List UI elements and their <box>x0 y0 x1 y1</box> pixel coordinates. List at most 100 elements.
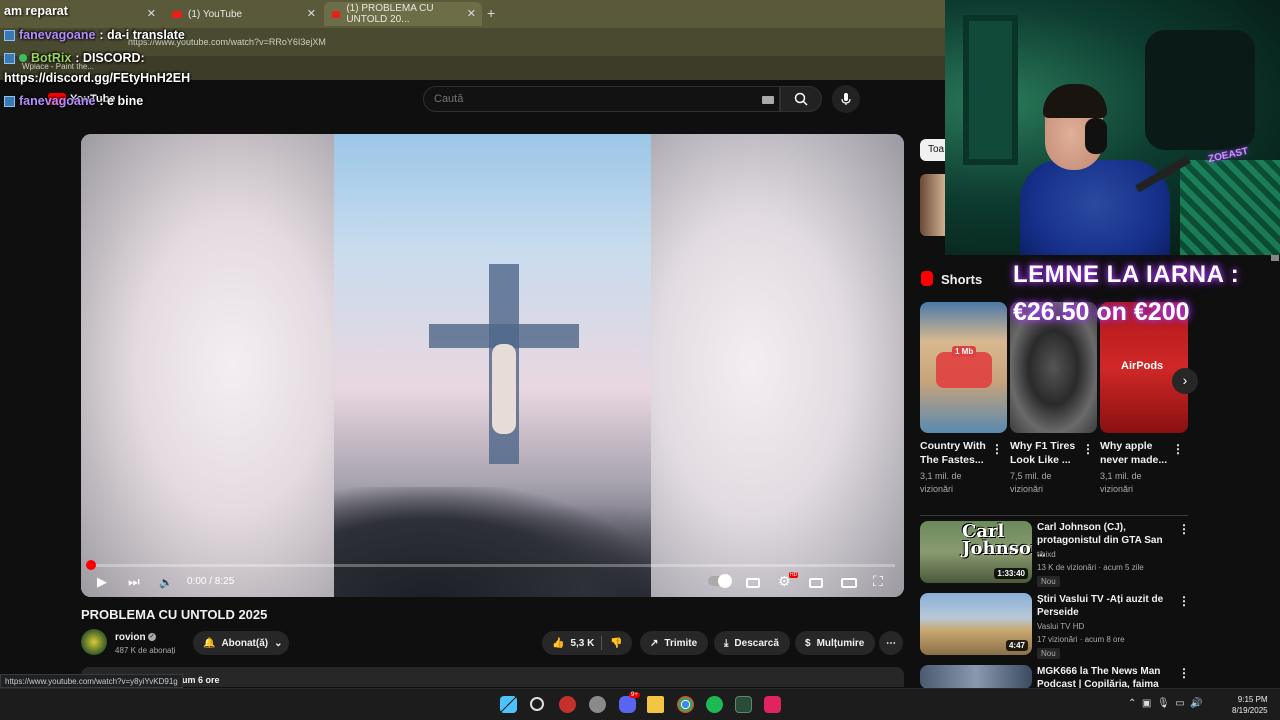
status-bar-url: https://www.youtube.com/watch?v=y8yiYvKD… <box>0 674 183 688</box>
stream-title: am reparat <box>4 4 68 18</box>
search-button[interactable] <box>780 86 822 112</box>
miniplayer-icon[interactable] <box>809 578 823 588</box>
chat-message: BotRix : DISCORD: <box>4 51 145 65</box>
chat-username: fanevagoane <box>19 28 96 42</box>
channel-name[interactable]: rovion <box>115 632 146 643</box>
fullscreen-icon[interactable]: ⛶ <box>873 573 883 590</box>
duration-badge: 4:47 <box>1005 640 1028 651</box>
donation-goal-amount: €26.50 on €200 <box>1013 298 1190 326</box>
divider <box>601 636 602 650</box>
file-explorer-icon[interactable] <box>647 696 664 713</box>
play-icon[interactable]: ▶ <box>97 574 107 590</box>
more-vertical-icon[interactable]: ⋮ <box>1082 442 1094 456</box>
autoplay-toggle[interactable] <box>708 574 732 588</box>
shorts-heading: Shorts <box>941 272 983 287</box>
keyboard-icon[interactable] <box>762 96 774 104</box>
tiktok-icon[interactable] <box>764 696 781 713</box>
subtitles-icon[interactable] <box>746 578 760 588</box>
verified-icon: ✓ <box>148 633 156 641</box>
webcam-floor <box>1180 160 1280 255</box>
windows-start-icon[interactable] <box>500 696 517 713</box>
short-title[interactable]: Why F1 Tires Look Like ... <box>1010 439 1082 467</box>
sidebar-thumbnail[interactable] <box>920 174 945 236</box>
chat-badge-icon <box>4 29 15 41</box>
chat-badge-icon <box>4 52 15 64</box>
spotify-icon[interactable] <box>706 696 723 713</box>
thumb-text: Carl Johnson <box>962 521 1032 559</box>
video-thumbnail[interactable] <box>920 665 1032 689</box>
more-actions-button[interactable]: ⋯ <box>879 631 903 655</box>
more-vertical-icon[interactable]: ⋮ <box>1178 522 1190 536</box>
close-icon[interactable]: ✕ <box>307 7 316 20</box>
youtube-app-icon[interactable] <box>559 696 576 713</box>
more-vertical-icon[interactable]: ⋮ <box>1178 594 1190 608</box>
chat-text: https://discord.gg/FEtyHnH2EH <box>4 71 191 85</box>
video-player[interactable]: ▶ ⏭ 🔈 0:00 / 8:25 ⚙ HD ⛶ <box>81 134 904 597</box>
subscribed-button[interactable]: 🔔 Abonat(ă) ⌄ <box>193 631 289 655</box>
clock-time: 9:15 PM <box>1237 695 1268 704</box>
more-horizontal-icon: ⋯ <box>886 637 896 649</box>
video-title-link[interactable]: Carl Johnson (CJ), protagonistul din GTA… <box>1037 521 1167 560</box>
progress-scrubber[interactable] <box>86 560 96 570</box>
headphones-icon <box>1085 118 1107 154</box>
browser-tab-youtube[interactable]: (1) YouTube ✕ <box>164 2 322 26</box>
new-tab-button[interactable]: + <box>487 5 495 21</box>
channel-name[interactable]: Vaslui TV HD <box>1037 622 1084 631</box>
thumb-label: AirPods <box>1121 360 1164 372</box>
youtube-favicon-icon <box>172 10 182 18</box>
video-thumbnail[interactable]: Carl Johnson 1:33:40 <box>920 521 1032 583</box>
thumb-label: 1 Mb <box>952 346 977 357</box>
discord-icon[interactable] <box>619 696 636 713</box>
thanks-button[interactable]: $ Mulțumire <box>795 631 875 655</box>
share-button[interactable]: ↗ Trimite <box>640 631 708 655</box>
volume-icon[interactable]: 🔈 <box>159 576 173 589</box>
like-icon[interactable]: 👍 <box>552 638 564 649</box>
video-thumbnail[interactable]: 4:47 <box>920 593 1032 655</box>
short-thumbnail[interactable]: 1 Mb <box>920 302 1007 433</box>
video-frame <box>334 134 651 597</box>
close-icon[interactable]: ✕ <box>467 7 476 20</box>
webcam-overlay: ZOEAST <box>945 0 1280 255</box>
browser-tab-active[interactable]: (1) PROBLEMA CU UNTOLD 20... ✕ <box>324 2 482 26</box>
webcam-person-hair <box>1043 84 1107 118</box>
more-vertical-icon[interactable]: ⋮ <box>1178 666 1190 680</box>
notification-badge: 9+ <box>629 692 640 698</box>
microphone-icon <box>841 93 851 105</box>
more-vertical-icon[interactable]: ⋮ <box>1172 442 1184 456</box>
browser-tab-bar: ✕ (1) YouTube ✕ (1) PROBLEMA CU UNTOLD 2… <box>0 0 945 28</box>
theater-mode-icon[interactable] <box>841 578 857 588</box>
chat-message: https://discord.gg/FEtyHnH2EH <box>4 71 190 85</box>
close-icon[interactable]: ✕ <box>147 7 156 20</box>
progress-bar[interactable] <box>90 564 895 567</box>
chevron-right-icon[interactable]: › <box>1172 368 1198 394</box>
new-badge: Nou <box>1037 648 1060 659</box>
app-icon[interactable] <box>589 696 606 713</box>
dislike-icon[interactable]: 👎 <box>610 638 622 649</box>
app-icon[interactable] <box>735 696 752 713</box>
channel-name[interactable]: tibixd <box>1037 550 1056 559</box>
video-meta: 13 K de vizionări · acum 5 zile <box>1037 563 1144 572</box>
search-icon[interactable] <box>530 697 544 711</box>
download-button[interactable]: ⤓ Descarcă <box>714 631 790 655</box>
hd-badge: HD <box>789 572 799 578</box>
channel-avatar[interactable] <box>81 629 107 655</box>
chevron-down-icon: ⌄ <box>274 637 283 649</box>
scrollbar-thumb[interactable] <box>1271 255 1279 261</box>
tab-label: (1) YouTube <box>188 8 243 20</box>
chat-text: : da-i translate <box>99 28 185 42</box>
search-box[interactable] <box>423 86 780 112</box>
system-tray[interactable]: ⌃ ▣ 🎙 ▭ 🔊 <box>1128 698 1203 709</box>
chrome-icon[interactable] <box>677 696 694 713</box>
search-input[interactable] <box>434 93 734 105</box>
more-vertical-icon[interactable]: ⋮ <box>991 442 1003 456</box>
next-icon[interactable]: ⏭ <box>128 574 140 590</box>
video-title-link[interactable]: Știri Vaslui TV -Ați auzit de Perseide <box>1037 593 1167 619</box>
short-title[interactable]: Why apple never made... <box>1100 439 1172 467</box>
voice-search-button[interactable] <box>832 85 860 113</box>
search-icon <box>794 92 808 106</box>
clock[interactable]: 9:15 PM 8/19/2025 <box>1232 694 1268 716</box>
like-dislike-button[interactable]: 👍 5,3 K 👎 <box>542 631 632 655</box>
download-label: Descarcă <box>734 637 779 649</box>
chip-all[interactable]: Toa <box>920 139 946 161</box>
short-title[interactable]: Country With The Fastes... <box>920 439 992 467</box>
